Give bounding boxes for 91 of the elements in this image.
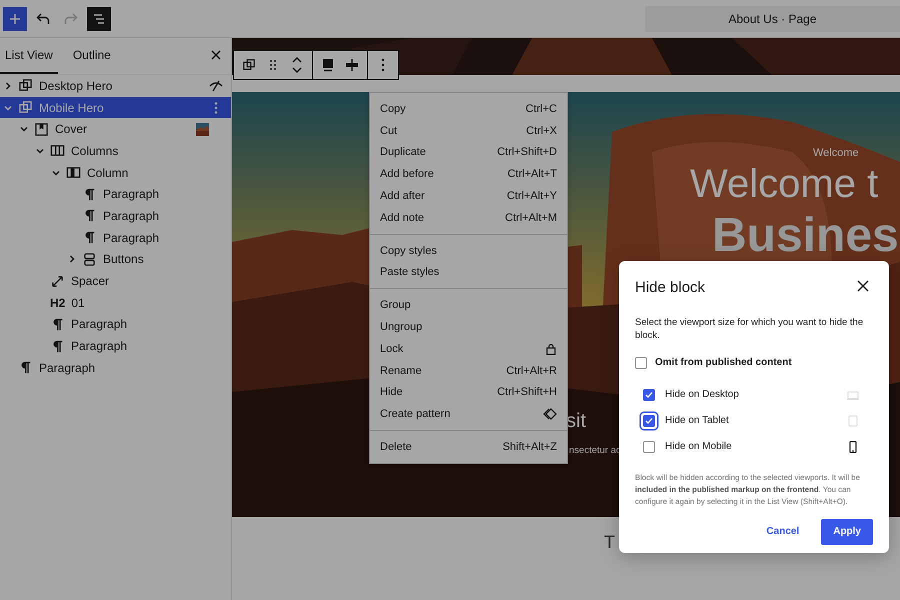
shortcut-text: Ctrl+Shift+D: [497, 146, 557, 158]
document-title[interactable]: About Us · Page: [645, 6, 900, 32]
lock-icon: [545, 342, 557, 355]
tree-item[interactable]: Paragraph: [0, 356, 231, 379]
tree-item[interactable]: Paragraph: [0, 226, 231, 248]
tree-item[interactable]: Paragraph: [0, 314, 231, 336]
menu-label: Rename: [380, 364, 422, 377]
checkbox[interactable]: [635, 356, 647, 369]
dialog-title: Hide block: [635, 278, 706, 296]
checkbox-label: Hide on Tablet: [665, 415, 730, 426]
group-icon: [18, 78, 33, 94]
menu-label: Copy styles: [380, 244, 437, 257]
mobile-icon: [847, 440, 859, 453]
tree-item[interactable]: H2 01: [0, 292, 231, 314]
menu-item[interactable]: Add before Ctrl+Alt+T: [370, 163, 567, 186]
page-text: T: [604, 532, 615, 552]
menu-label: Duplicate: [380, 146, 426, 158]
sidebar-tab[interactable]: Outline: [68, 38, 116, 74]
shortcut-text: Ctrl+Shift+H: [497, 386, 557, 398]
shortcut-text: Ctrl+Alt+Y: [506, 190, 557, 202]
group-icon: [18, 100, 33, 116]
menu-label: Add before: [380, 168, 434, 180]
menu-label: Copy: [380, 102, 406, 115]
tree-item[interactable]: Spacer: [0, 270, 231, 292]
tree-item[interactable]: Paragraph: [0, 183, 231, 206]
desktop-icon: [847, 388, 859, 401]
redo-icon: [64, 12, 78, 24]
menu-label: Ungroup: [380, 321, 422, 334]
tree-item[interactable]: Paragraph: [0, 335, 231, 357]
checkbox-label: Hide on Mobile: [665, 441, 733, 452]
dialog-description: Select the viewport size for which you want to hide the block.: [635, 316, 864, 343]
cover-heading: Welcome t: [690, 162, 878, 207]
menu-label: Paste styles: [380, 266, 440, 278]
shortcut-text: Ctrl+C: [526, 102, 557, 115]
menu-label: Group: [380, 299, 411, 312]
cover-text: Welcome: [813, 147, 859, 159]
checkbox-label: Hide on Desktop: [665, 389, 740, 400]
menu-item[interactable]: Add after Ctrl+Alt+Y: [370, 185, 567, 207]
menu-item[interactable]: Create pattern: [370, 403, 567, 426]
pattern-icon: [543, 408, 557, 420]
menu-item[interactable]: Delete Shift+Alt+Z: [370, 436, 567, 458]
add-block-button[interactable]: [3, 6, 27, 30]
tree-item[interactable]: Columns: [0, 140, 231, 162]
menu-label: Add note: [380, 212, 424, 224]
tree-item[interactable]: Desktop Hero: [0, 75, 231, 97]
cover-heading: Busines: [712, 208, 899, 263]
menu-label: Add after: [380, 190, 425, 202]
menu-label: Hide: [380, 386, 403, 398]
menu-item[interactable]: Ungroup: [370, 316, 567, 338]
shortcut-text: Ctrl+X: [526, 124, 557, 137]
tree-item[interactable]: Buttons: [0, 248, 231, 270]
menu-item[interactable]: Copy Ctrl+C: [370, 98, 567, 120]
cover-icon: [34, 122, 49, 137]
menu-item[interactable]: Add note Ctrl+Alt+M: [370, 206, 567, 229]
checkbox-label: Omit from published content: [655, 357, 792, 368]
list-view-button[interactable]: [87, 6, 111, 30]
menu-item[interactable]: Cut Ctrl+X: [370, 120, 567, 142]
checkbox[interactable]: [643, 388, 655, 401]
shortcut-text: Shift+Alt+Z: [502, 441, 557, 454]
menu-label: Cut: [380, 124, 398, 137]
menu-item[interactable]: Rename Ctrl+Alt+R: [370, 360, 567, 382]
buttons-icon: [82, 252, 97, 267]
spacer-icon: [50, 274, 65, 289]
plus-icon: [9, 12, 21, 24]
column-icon: [66, 165, 81, 180]
shortcut-text: Ctrl+Alt+R: [506, 364, 557, 377]
menu-item[interactable]: Group: [370, 294, 567, 316]
checkbox[interactable]: [643, 440, 655, 453]
shortcut-text: Ctrl+Alt+T: [507, 168, 557, 180]
tree-item[interactable]: Mobile Hero: [0, 96, 231, 118]
shortcut-text: Ctrl+Alt+M: [505, 212, 557, 224]
tree-item[interactable]: Cover: [0, 118, 231, 140]
undo-icon: [36, 12, 50, 24]
tree-item[interactable]: Paragraph: [0, 205, 231, 227]
menu-label: Lock: [380, 342, 404, 355]
menu-item[interactable]: Hide Ctrl+Shift+H: [370, 382, 567, 404]
menu-item[interactable]: Duplicate Ctrl+Shift+D: [370, 142, 567, 164]
tree-item[interactable]: Column: [0, 162, 231, 184]
hidden-icon: [209, 78, 223, 93]
sidebar-tab[interactable]: List View: [0, 38, 58, 74]
cancel-button[interactable]: Cancel: [754, 518, 812, 545]
columns-icon: [50, 143, 65, 158]
apply-button[interactable]: Apply: [821, 518, 873, 545]
list-view-icon: [92, 12, 106, 24]
menu-label: Create pattern: [380, 408, 450, 420]
heading-level: H2: [50, 296, 66, 310]
menu-item[interactable]: Paste styles: [370, 262, 567, 284]
menu-label: Delete: [380, 441, 412, 454]
tablet-icon: [847, 414, 859, 427]
menu-item[interactable]: Lock: [370, 338, 567, 360]
menu-item[interactable]: Copy styles: [370, 240, 567, 262]
